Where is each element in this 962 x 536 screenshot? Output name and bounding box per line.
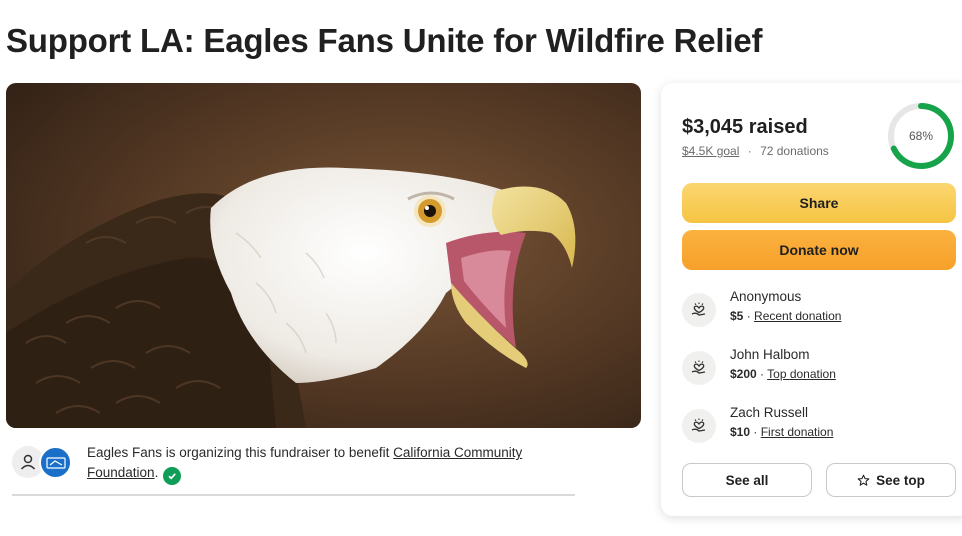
star-icon — [857, 474, 870, 487]
organizer-text: Eagles Fans is organizing this fundraise… — [87, 443, 557, 485]
donation-dot: · — [743, 309, 755, 323]
donor-name: Anonymous — [730, 289, 802, 304]
donor-name: John Halbom — [730, 347, 810, 362]
progress-label: 68% — [908, 129, 934, 143]
donation-tag-link[interactable]: First donation — [761, 425, 834, 439]
donate-now-button[interactable]: Donate now — [682, 230, 956, 270]
donation-detail: $10 · First donation — [730, 425, 833, 439]
see-top-label: See top — [876, 472, 925, 488]
heart-hand-icon — [682, 409, 716, 443]
donation-item: John Halbom $200 · Top donation — [682, 345, 956, 391]
donations-count: 72 donations — [760, 144, 829, 158]
progress-ring: 68% — [886, 101, 956, 171]
donation-tag-link[interactable]: Recent donation — [754, 309, 841, 323]
heart-hand-icon — [682, 351, 716, 385]
goal-link[interactable]: $4.5K goal — [682, 144, 739, 158]
meta-separator: · — [747, 144, 752, 158]
donation-item: Zach Russell $10 · First donation — [682, 403, 956, 449]
see-top-button[interactable]: See top — [826, 463, 956, 497]
verified-check-icon — [163, 467, 182, 485]
see-all-button[interactable]: See all — [682, 463, 812, 497]
donation-amount: $5 — [730, 309, 744, 323]
donation-dot: · — [750, 425, 761, 439]
heart-hand-icon — [682, 293, 716, 327]
goal-meta: $4.5K goal · 72 donations — [682, 144, 829, 158]
organizer-period: . — [154, 465, 159, 480]
organizer-info: Eagles Fans is organizing this fundraise… — [12, 440, 575, 496]
donation-card: $3,045 raised $4.5K goal · 72 donations … — [661, 83, 962, 516]
donor-name: Zach Russell — [730, 405, 809, 420]
donation-detail: $200 · Top donation — [730, 367, 836, 381]
amount-raised: $3,045 raised — [682, 116, 808, 138]
donation-amount: $200 — [730, 367, 757, 381]
hero-image — [6, 83, 641, 428]
share-button[interactable]: Share — [682, 183, 956, 223]
organizer-description: Eagles Fans is organizing this fundraise… — [87, 445, 394, 460]
donation-tag-link[interactable]: Top donation — [767, 367, 836, 381]
donation-detail: $5 · Recent donation — [730, 309, 841, 323]
donation-dot: · — [756, 367, 768, 381]
donation-amount: $10 — [730, 425, 751, 439]
page-title: Support LA: Eagles Fans Unite for Wildfi… — [6, 22, 763, 59]
bald-eagle-photo — [6, 83, 641, 428]
charity-logo-icon — [39, 446, 72, 479]
donation-item: Anonymous $5 · Recent donation — [682, 287, 956, 333]
